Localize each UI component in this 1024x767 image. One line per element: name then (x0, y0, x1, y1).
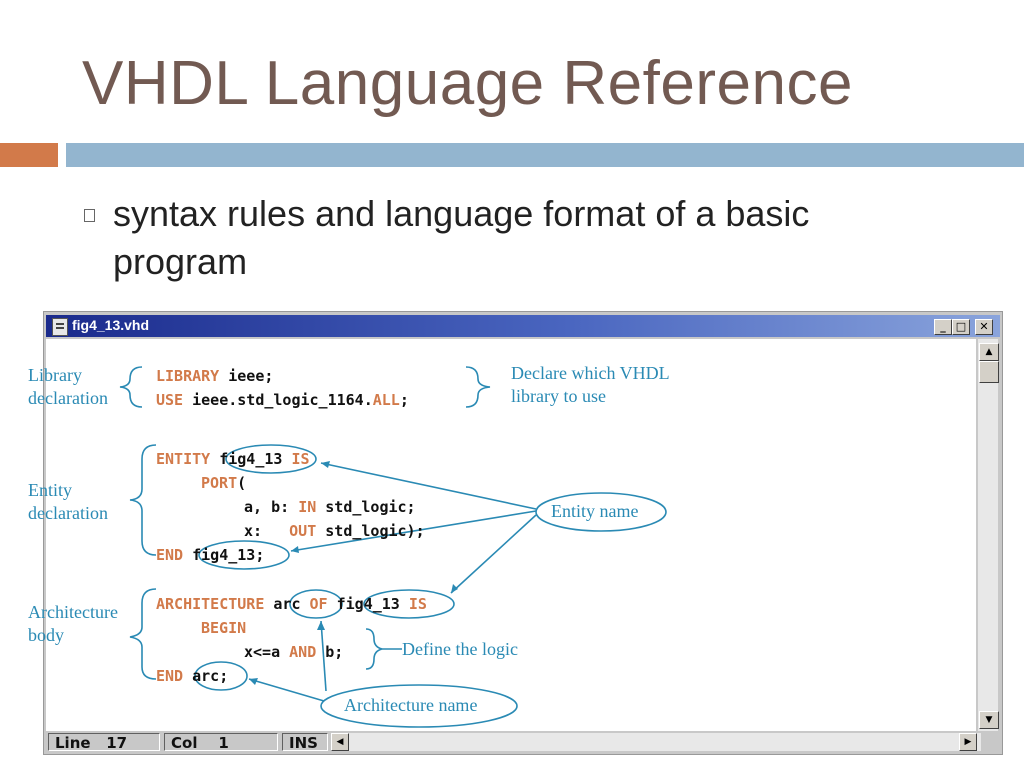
brace-entity (129, 444, 157, 556)
keyword: END (156, 546, 184, 564)
keyword: USE (156, 391, 184, 409)
code-line-library: LIBRARY ieee; (156, 366, 273, 386)
code-text: std_logic; (316, 498, 416, 516)
code-text: ieee; (219, 367, 274, 385)
keyword: PORT (201, 474, 238, 492)
brace-library (119, 366, 143, 408)
code-line-end-entity: END fig4_13; (156, 545, 264, 565)
file-icon[interactable] (52, 318, 68, 336)
code-line-architecture: ARCHITECTURE arc OF fig4_13 IS (156, 594, 427, 614)
code-text: ; (219, 667, 229, 685)
entity-name: fig4_13 (219, 450, 283, 468)
status-ins: INS (282, 733, 328, 752)
scroll-right-icon[interactable]: ▶ (959, 733, 977, 751)
close-button[interactable]: ✕ (975, 319, 993, 335)
architecture-name: arc (273, 595, 301, 613)
keyword: ALL (372, 391, 400, 409)
architecture-name: arc (192, 667, 220, 685)
statusbar: Line 17 Col 1 INS ◀ ▶ (46, 732, 1000, 752)
keyword: END (156, 667, 184, 685)
code-editor[interactable]: Library declaration Declare which VHDL l… (28, 339, 976, 731)
code-text: ( (237, 474, 247, 492)
keyword: ENTITY (156, 450, 211, 468)
label-library-declaration: Library declaration (28, 365, 108, 408)
code-text: x: (244, 522, 290, 540)
horizontal-scrollbar[interactable]: ◀ ▶ (331, 733, 981, 751)
slide-title: VHDL Language Reference (82, 49, 853, 118)
window-titlebar[interactable]: fig4_13.vhd _ □ ✕ (46, 315, 1000, 337)
accent-bar-blue (66, 143, 1024, 167)
editor-window: fig4_13.vhd _ □ ✕ Library declaration De… (28, 311, 1003, 755)
code-line-port: PORT( (201, 473, 246, 493)
code-line-port-x: x: OUT std_logic); (244, 521, 425, 541)
keyword: OF (309, 595, 328, 613)
keyword: LIBRARY (156, 367, 220, 385)
vertical-scrollbar[interactable]: ▲ ▼ (978, 339, 999, 731)
maximize-button[interactable]: □ (952, 319, 970, 335)
bullet-icon (84, 209, 95, 222)
code-line-use: USE ieee.std_logic_1164.ALL; (156, 390, 409, 410)
keyword: ARCHITECTURE (156, 595, 265, 613)
scroll-left-icon[interactable]: ◀ (331, 733, 349, 751)
code-line-begin: BEGIN (201, 618, 246, 638)
code-line-port-ab: a, b: IN std_logic; (244, 497, 416, 517)
brace-architecture (129, 588, 157, 680)
keyword: OUT (289, 522, 317, 540)
code-text: b; (316, 643, 344, 661)
scroll-up-icon[interactable]: ▲ (979, 343, 999, 361)
code-text: ieee.std_logic_1164. (183, 391, 373, 409)
keyword: IS (291, 450, 310, 468)
keyword: AND (289, 643, 317, 661)
code-line-logic: x<=a AND b; (244, 642, 343, 662)
scroll-down-icon[interactable]: ▼ (979, 711, 999, 729)
scroll-thumb[interactable] (979, 361, 999, 383)
code-line-end-arc: END arc; (156, 666, 228, 686)
keyword: IN (298, 498, 317, 516)
brace-define-logic (365, 628, 383, 670)
status-col: Col 1 (164, 733, 278, 752)
code-line-entity: ENTITY fig4_13 IS (156, 449, 310, 469)
label-declare-library: Declare which VHDL library to use (511, 363, 670, 406)
label-architecture-body: Architecture body (28, 602, 118, 645)
code-text: std_logic); (316, 522, 425, 540)
label-architecture-name: Architecture name (344, 695, 478, 715)
label-entity-name: Entity name (551, 501, 639, 521)
entity-name: fig4_13 (192, 546, 256, 564)
brace-declare (465, 366, 491, 408)
code-text: ; (255, 546, 265, 564)
minimize-button[interactable]: _ (934, 319, 952, 335)
code-text: ; (399, 391, 409, 409)
entity-name: fig4_13 (336, 595, 400, 613)
bullet-text: syntax rules and language format of a ba… (113, 193, 810, 282)
code-text: x<=a (244, 643, 290, 661)
window-title: fig4_13.vhd (72, 317, 150, 333)
label-define-logic: Define the logic (402, 639, 518, 659)
label-entity-declaration: Entity declaration (28, 480, 108, 523)
status-line: Line 17 (48, 733, 160, 752)
code-text: a, b: (244, 498, 299, 516)
keyword: BEGIN (201, 619, 247, 637)
keyword: IS (408, 595, 427, 613)
accent-bar-orange (0, 143, 58, 167)
